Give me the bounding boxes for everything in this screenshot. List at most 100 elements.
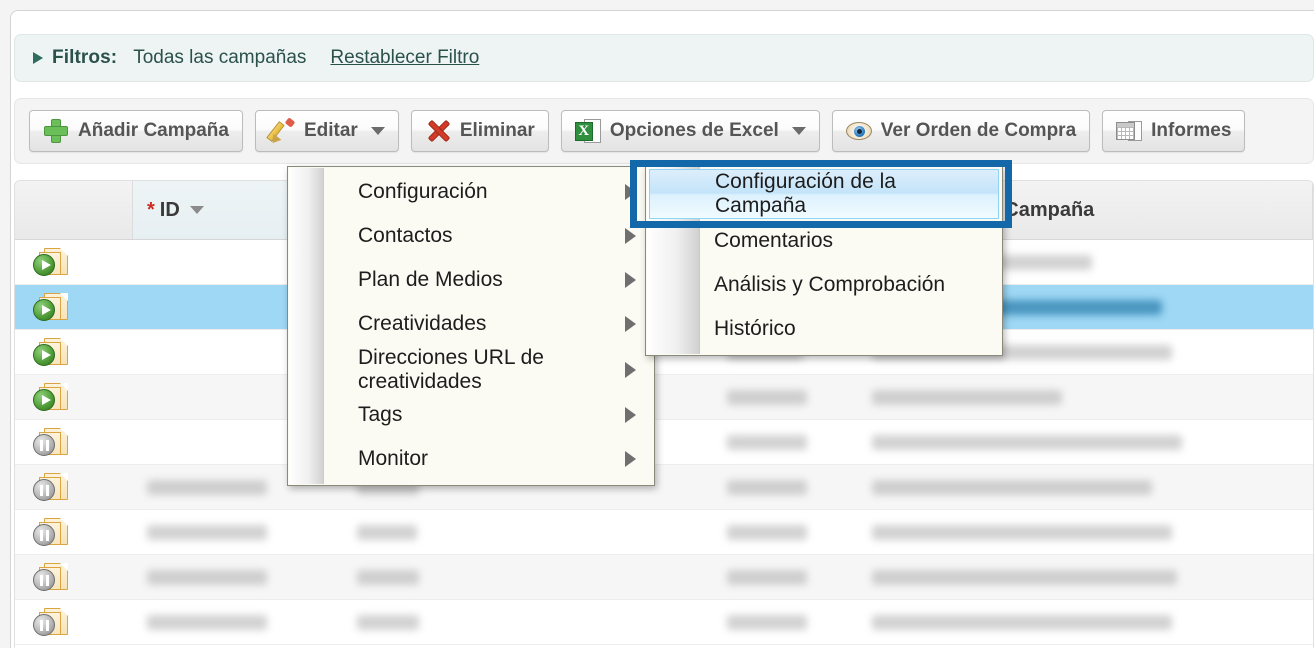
submenu-item-histórico[interactable]: Histórico xyxy=(646,307,1002,351)
configuracion-submenu: Configuración de la Campaña Comentarios An… xyxy=(645,165,1003,356)
redacted-value xyxy=(872,569,1177,585)
required-marker: * xyxy=(147,198,155,221)
submenu-item-comentarios[interactable]: Comentarios xyxy=(646,219,1002,263)
expand-triangle-icon[interactable] xyxy=(33,52,43,64)
menu-item-direcciones-url-de-creatividades[interactable]: Direcciones URL de creatividades xyxy=(288,346,654,393)
campaign-paused-icon xyxy=(33,517,71,547)
submenu-item-análisis-y-comprobación[interactable]: Análisis y Comprobación xyxy=(646,263,1002,307)
menu-item-label: Plan de Medios xyxy=(358,268,503,292)
table-row[interactable] xyxy=(15,375,1313,420)
add-campaign-button[interactable]: Añadir Campaña xyxy=(29,110,243,152)
edit-button[interactable]: Editar xyxy=(254,110,399,152)
campaign-active-icon xyxy=(33,292,71,322)
delete-x-icon xyxy=(425,118,451,144)
chevron-down-icon xyxy=(370,127,385,135)
table-cell xyxy=(713,420,858,464)
submenu-arrow-icon xyxy=(625,451,636,468)
table-row[interactable] xyxy=(15,510,1313,555)
redacted-value xyxy=(727,569,807,585)
redacted-value xyxy=(872,524,1172,540)
table-row[interactable] xyxy=(15,465,1313,510)
redacted-value xyxy=(147,524,267,540)
redacted-value xyxy=(357,569,419,585)
redacted-value xyxy=(147,479,267,495)
reports-button[interactable]: Informes xyxy=(1102,110,1246,152)
redacted-value xyxy=(727,524,807,540)
campaign-active-icon xyxy=(33,382,71,412)
filter-value[interactable]: Todas las campañas xyxy=(133,47,306,69)
table-cell xyxy=(713,600,858,644)
redacted-value xyxy=(727,479,807,495)
plus-icon xyxy=(43,118,69,144)
reports-label: Informes xyxy=(1151,120,1232,141)
view-purchase-order-button[interactable]: Ver Orden de Compra xyxy=(831,110,1091,152)
row-status-cell xyxy=(15,375,133,419)
campaign-active-icon xyxy=(33,247,71,277)
table-row[interactable] xyxy=(15,555,1313,600)
table-cell xyxy=(858,555,1313,599)
delete-label: Eliminar xyxy=(459,120,535,141)
redacted-value xyxy=(147,569,267,585)
table-cell xyxy=(713,555,858,599)
chevron-down-icon xyxy=(791,127,806,135)
row-status-cell xyxy=(15,465,133,509)
table-cell xyxy=(533,600,713,644)
table-column-header-0[interactable] xyxy=(15,181,133,239)
table-cell xyxy=(133,600,343,644)
table-cell xyxy=(343,600,533,644)
excel-options-button[interactable]: X Opciones de Excel xyxy=(560,110,820,152)
submenu-item-label: Histórico xyxy=(714,316,796,340)
menu-item-tags[interactable]: Tags xyxy=(288,393,654,437)
filter-bar: Filtros: Todas las campañas Restablecer … xyxy=(14,34,1314,82)
table-row[interactable] xyxy=(15,420,1313,465)
menu-item-plan-de-medios[interactable]: Plan de Medios xyxy=(288,258,654,302)
table-cell xyxy=(713,510,858,554)
row-status-cell xyxy=(15,285,133,329)
table-cell xyxy=(713,375,858,419)
add-campaign-label: Añadir Campaña xyxy=(78,120,229,141)
menu-item-label: Monitor xyxy=(358,447,429,471)
menu-item-contactos[interactable]: Contactos xyxy=(288,214,654,258)
submenu-arrow-icon xyxy=(625,316,636,332)
menu-item-label: Contactos xyxy=(358,224,453,248)
menu-item-label: Tags xyxy=(358,403,403,427)
edit-dropdown-menu: Configuración Contactos Plan de Medios Crea… xyxy=(287,166,655,487)
campaign-paused-icon xyxy=(33,427,71,457)
table-cell xyxy=(533,555,713,599)
redacted-value xyxy=(727,614,807,630)
table-cell xyxy=(343,555,533,599)
redacted-value xyxy=(872,434,1182,450)
submenu-arrow-icon xyxy=(625,407,636,424)
table-cell xyxy=(713,465,858,509)
report-icon xyxy=(1116,118,1143,144)
eye-icon xyxy=(845,118,872,144)
edit-label: Editar xyxy=(303,120,358,141)
submenu-item-configuración-de-la-campaña[interactable]: Configuración de la Campaña xyxy=(649,169,999,219)
campaign-paused-icon xyxy=(33,472,71,502)
application-screenshot: Filtros: Todas las campañas Restablecer … xyxy=(0,0,1314,648)
reset-filter-link[interactable]: Restablecer Filtro xyxy=(330,47,479,69)
sort-descending-icon[interactable] xyxy=(189,206,204,214)
table-cell xyxy=(858,465,1313,509)
submenu-item-label: Comentarios xyxy=(714,228,834,252)
row-status-cell xyxy=(15,330,133,374)
campaign-active-icon xyxy=(33,337,71,367)
menu-item-monitor[interactable]: Monitor xyxy=(288,437,654,481)
redacted-value xyxy=(872,479,1152,495)
menu-item-configuración[interactable]: Configuración xyxy=(288,170,654,214)
table-row[interactable] xyxy=(15,600,1313,645)
row-status-cell xyxy=(15,555,133,599)
filter-label: Filtros: xyxy=(52,47,118,68)
excel-options-label: Opciones de Excel xyxy=(609,120,779,141)
row-status-cell xyxy=(15,420,133,464)
redacted-value xyxy=(872,614,1172,630)
submenu-item-label: Análisis y Comprobación xyxy=(714,272,946,296)
redacted-value xyxy=(147,614,267,630)
menu-item-label: Configuración xyxy=(358,180,488,204)
menu-item-creatividades[interactable]: Creatividades xyxy=(288,302,654,346)
submenu-arrow-icon xyxy=(625,228,636,244)
delete-button[interactable]: Eliminar xyxy=(410,110,549,152)
menu-item-label: Creatividades xyxy=(358,312,487,336)
view-purchase-order-label: Ver Orden de Compra xyxy=(880,120,1077,141)
toolbar: Añadir Campaña Editar Eliminar X Opcione… xyxy=(14,98,1314,164)
